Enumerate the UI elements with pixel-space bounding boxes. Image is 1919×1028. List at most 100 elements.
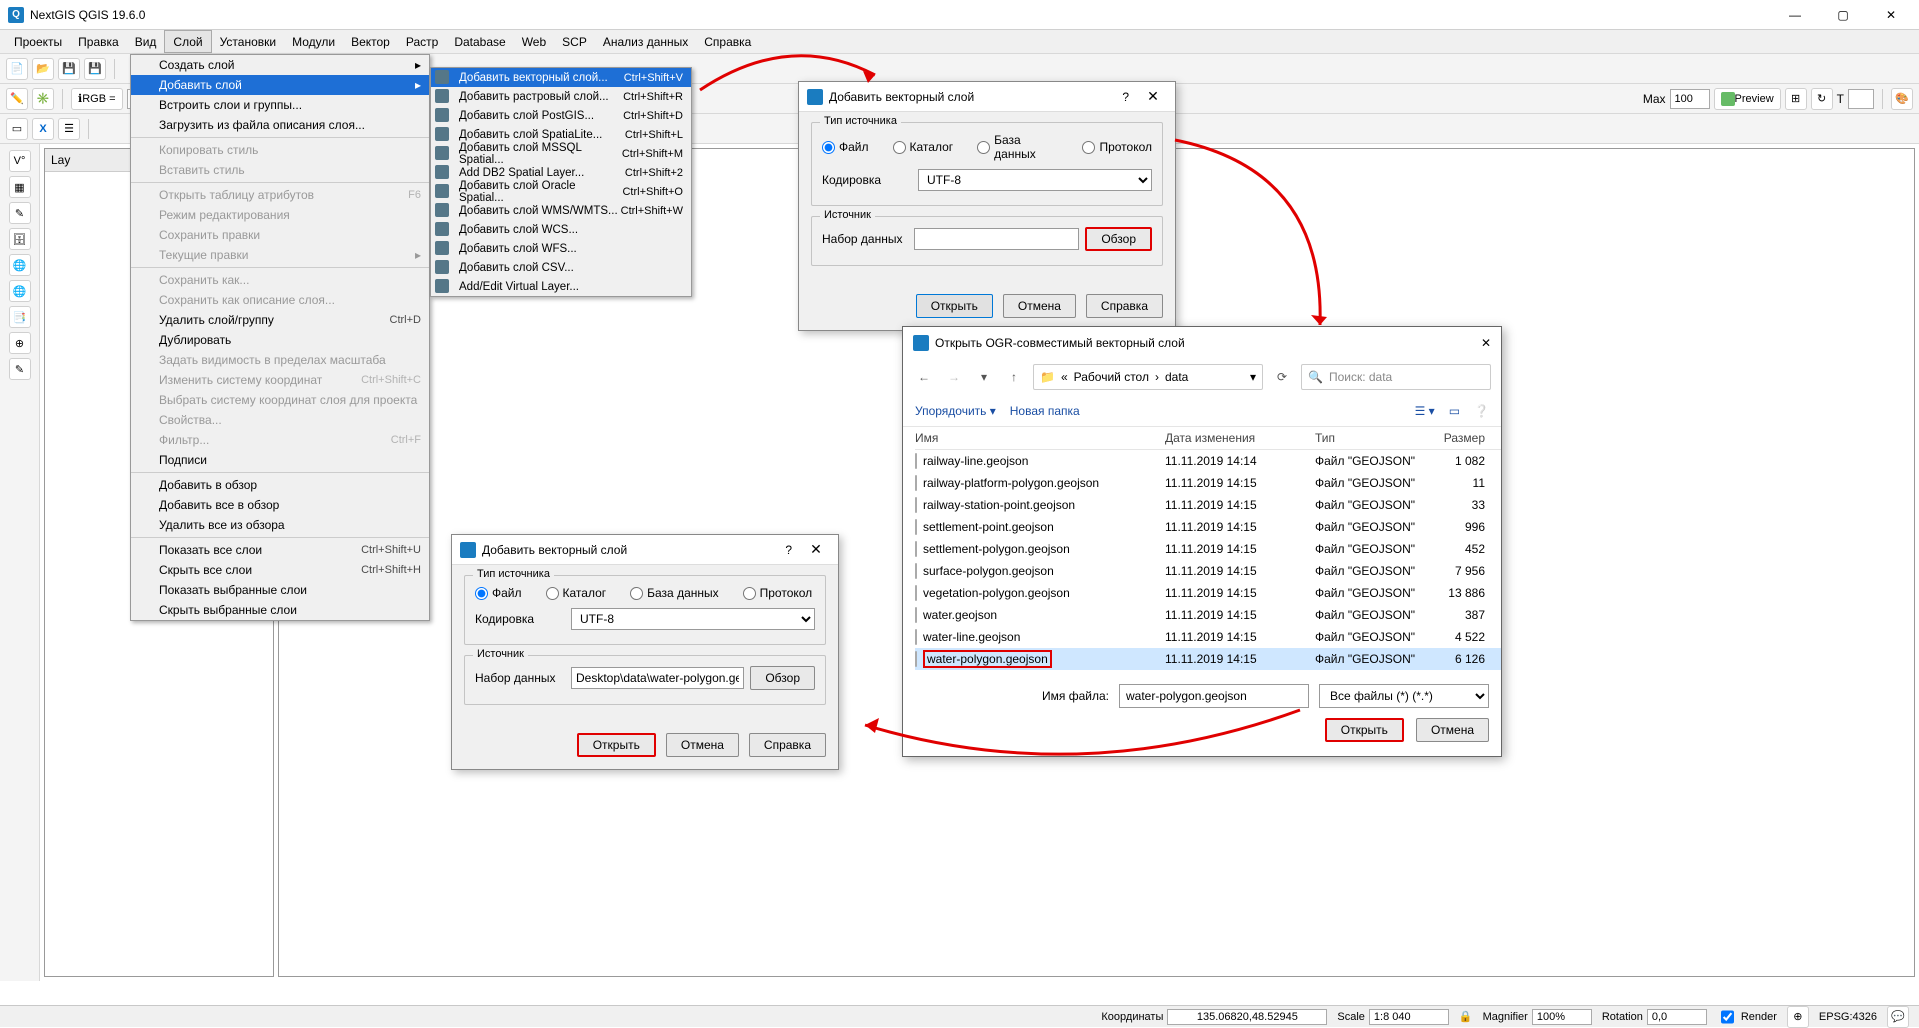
- add-db-icon[interactable]: 🗄: [9, 228, 31, 250]
- open-button[interactable]: Открыть: [916, 294, 993, 318]
- file-row[interactable]: railway-line.geojson11.11.2019 14:14Файл…: [915, 450, 1501, 472]
- nav-history-icon[interactable]: ▾: [973, 370, 995, 384]
- new-folder-button[interactable]: Новая папка: [1010, 404, 1080, 418]
- preview-button[interactable]: Preview: [1714, 88, 1781, 110]
- browse-button[interactable]: Обзор: [750, 666, 815, 690]
- file-row[interactable]: water-line.geojson11.11.2019 14:15Файл "…: [915, 626, 1501, 648]
- max-input[interactable]: [1670, 89, 1710, 109]
- nav-forward-icon[interactable]: →: [943, 370, 965, 384]
- breadcrumb-segment[interactable]: Рабочий стол: [1074, 370, 1149, 384]
- file-row[interactable]: railway-station-point.geojson11.11.2019 …: [915, 494, 1501, 516]
- filename-input[interactable]: [1119, 684, 1309, 708]
- submenu-item[interactable]: Добавить слой WFS...: [431, 239, 691, 258]
- source-type-radio[interactable]: Файл: [475, 586, 522, 600]
- render-checkbox[interactable]: Render: [1717, 1006, 1777, 1028]
- menu-item[interactable]: Скрыть все слоиCtrl+Shift+H: [131, 560, 429, 580]
- file-row[interactable]: water.geojson11.11.2019 14:15Файл "GEOJS…: [915, 604, 1501, 626]
- dialog-close-button[interactable]: ✕: [1139, 88, 1167, 105]
- menu-item[interactable]: Добавить все в обзор: [131, 495, 429, 515]
- tool-saveas-icon[interactable]: 💾: [84, 58, 106, 80]
- submenu-item[interactable]: Добавить слой PostGIS...Ctrl+Shift+D: [431, 106, 691, 125]
- file-list-header[interactable]: Имя Дата изменения Тип Размер: [915, 427, 1501, 450]
- menu-item[interactable]: Удалить слой/группуCtrl+D: [131, 310, 429, 330]
- preview-pane-icon[interactable]: ▭: [1449, 404, 1460, 418]
- source-type-radio[interactable]: Протокол: [1082, 133, 1152, 161]
- menu-item[interactable]: Показать выбранные слои: [131, 580, 429, 600]
- file-cancel-button[interactable]: Отмена: [1416, 718, 1489, 742]
- submenu-item[interactable]: Добавить векторный слой...Ctrl+Shift+V: [431, 68, 691, 87]
- help-button[interactable]: Справка: [1086, 294, 1163, 318]
- column-name[interactable]: Имя: [915, 431, 1165, 445]
- lock-icon[interactable]: 🔒: [1459, 1010, 1473, 1023]
- window-minimize-button[interactable]: —: [1775, 3, 1815, 27]
- magnifier-input[interactable]: [1532, 1009, 1592, 1025]
- tool-refresh-icon[interactable]: ↻: [1811, 88, 1833, 110]
- menu-анализ данных[interactable]: Анализ данных: [595, 30, 696, 53]
- file-open-button[interactable]: Открыть: [1325, 718, 1404, 742]
- tool-node-icon[interactable]: ✳️: [32, 88, 54, 110]
- dialog-help-icon[interactable]: ?: [1122, 90, 1129, 104]
- breadcrumb[interactable]: 📁 « Рабочий стол › data ▾: [1033, 364, 1263, 390]
- tool-x-icon[interactable]: X: [32, 118, 54, 140]
- dialog-help-icon[interactable]: ?: [785, 543, 792, 557]
- tool-select-icon[interactable]: ▭: [6, 118, 28, 140]
- tool-palette-icon[interactable]: 🎨: [1891, 88, 1913, 110]
- submenu-item[interactable]: Добавить растровый слой...Ctrl+Shift+R: [431, 87, 691, 106]
- file-filter-select[interactable]: Все файлы (*) (*.*): [1319, 684, 1489, 708]
- tool-pencil-icon[interactable]: ✎: [9, 358, 31, 380]
- encoding-select[interactable]: UTF-8: [918, 169, 1152, 191]
- source-type-radio[interactable]: База данных: [977, 133, 1058, 161]
- file-row[interactable]: surface-polygon.geojson11.11.2019 14:15Ф…: [915, 560, 1501, 582]
- menu-item[interactable]: Добавить в обзор: [131, 475, 429, 495]
- source-type-radio[interactable]: Каталог: [546, 586, 607, 600]
- source-type-radio[interactable]: Протокол: [743, 586, 813, 600]
- submenu-item[interactable]: Добавить слой WCS...: [431, 220, 691, 239]
- encoding-select[interactable]: UTF-8: [571, 608, 815, 630]
- menu-растр[interactable]: Растр: [398, 30, 446, 53]
- menu-вектор[interactable]: Вектор: [343, 30, 398, 53]
- menu-item[interactable]: Добавить слой▸: [131, 75, 429, 95]
- add-raster-icon[interactable]: ▦: [9, 176, 31, 198]
- tool-new-icon[interactable]: 📄: [6, 58, 28, 80]
- submenu-item[interactable]: Add/Edit Virtual Layer...: [431, 277, 691, 296]
- menu-правка[interactable]: Правка: [70, 30, 127, 53]
- menu-установки[interactable]: Установки: [212, 30, 284, 53]
- crs-icon[interactable]: ⊕: [1787, 1006, 1809, 1028]
- rotation-input[interactable]: [1647, 1009, 1707, 1025]
- menu-item[interactable]: Подписи: [131, 450, 429, 470]
- menu-слой[interactable]: Слой: [164, 30, 211, 53]
- help-button[interactable]: Справка: [749, 733, 826, 757]
- column-type[interactable]: Тип: [1315, 431, 1425, 445]
- dialog-close-button[interactable]: ✕: [802, 541, 830, 558]
- t-input[interactable]: [1848, 89, 1874, 109]
- open-button[interactable]: Открыть: [577, 733, 656, 757]
- nav-back-icon[interactable]: ←: [913, 370, 935, 384]
- file-row[interactable]: vegetation-polygon.geojson11.11.2019 14:…: [915, 582, 1501, 604]
- dataset-input[interactable]: [914, 228, 1079, 250]
- file-row[interactable]: settlement-polygon.geojson11.11.2019 14:…: [915, 538, 1501, 560]
- source-type-radio[interactable]: База данных: [630, 586, 718, 600]
- menu-item[interactable]: Встроить слои и группы...: [131, 95, 429, 115]
- dataset-input[interactable]: [571, 667, 744, 689]
- tool-edit-icon[interactable]: ✏️: [6, 88, 28, 110]
- menu-item[interactable]: Показать все слоиCtrl+Shift+U: [131, 540, 429, 560]
- file-row[interactable]: railway-platform-polygon.geojson11.11.20…: [915, 472, 1501, 494]
- menu-модули[interactable]: Модули: [284, 30, 343, 53]
- submenu-item[interactable]: Добавить слой CSV...: [431, 258, 691, 277]
- menu-вид[interactable]: Вид: [127, 30, 165, 53]
- submenu-item[interactable]: Добавить слой WMS/WMTS...Ctrl+Shift+W: [431, 201, 691, 220]
- source-type-radio[interactable]: Файл: [822, 133, 869, 161]
- browse-button[interactable]: Обзор: [1085, 227, 1152, 251]
- nav-refresh-icon[interactable]: ⟳: [1271, 370, 1293, 384]
- menu-item[interactable]: Создать слой▸: [131, 55, 429, 75]
- menu-справка[interactable]: Справка: [696, 30, 759, 53]
- menu-item[interactable]: Загрузить из файла описания слоя...: [131, 115, 429, 135]
- cancel-button[interactable]: Отмена: [1003, 294, 1076, 318]
- window-maximize-button[interactable]: ▢: [1823, 3, 1863, 27]
- submenu-item[interactable]: Добавить слой MSSQL Spatial...Ctrl+Shift…: [431, 144, 691, 163]
- add-wms-icon[interactable]: 🌐: [9, 254, 31, 276]
- column-size[interactable]: Размер: [1425, 431, 1485, 445]
- add-wfs-icon[interactable]: 🌐: [9, 280, 31, 302]
- organize-menu[interactable]: Упорядочить ▾: [915, 404, 996, 418]
- menu-item[interactable]: Дублировать: [131, 330, 429, 350]
